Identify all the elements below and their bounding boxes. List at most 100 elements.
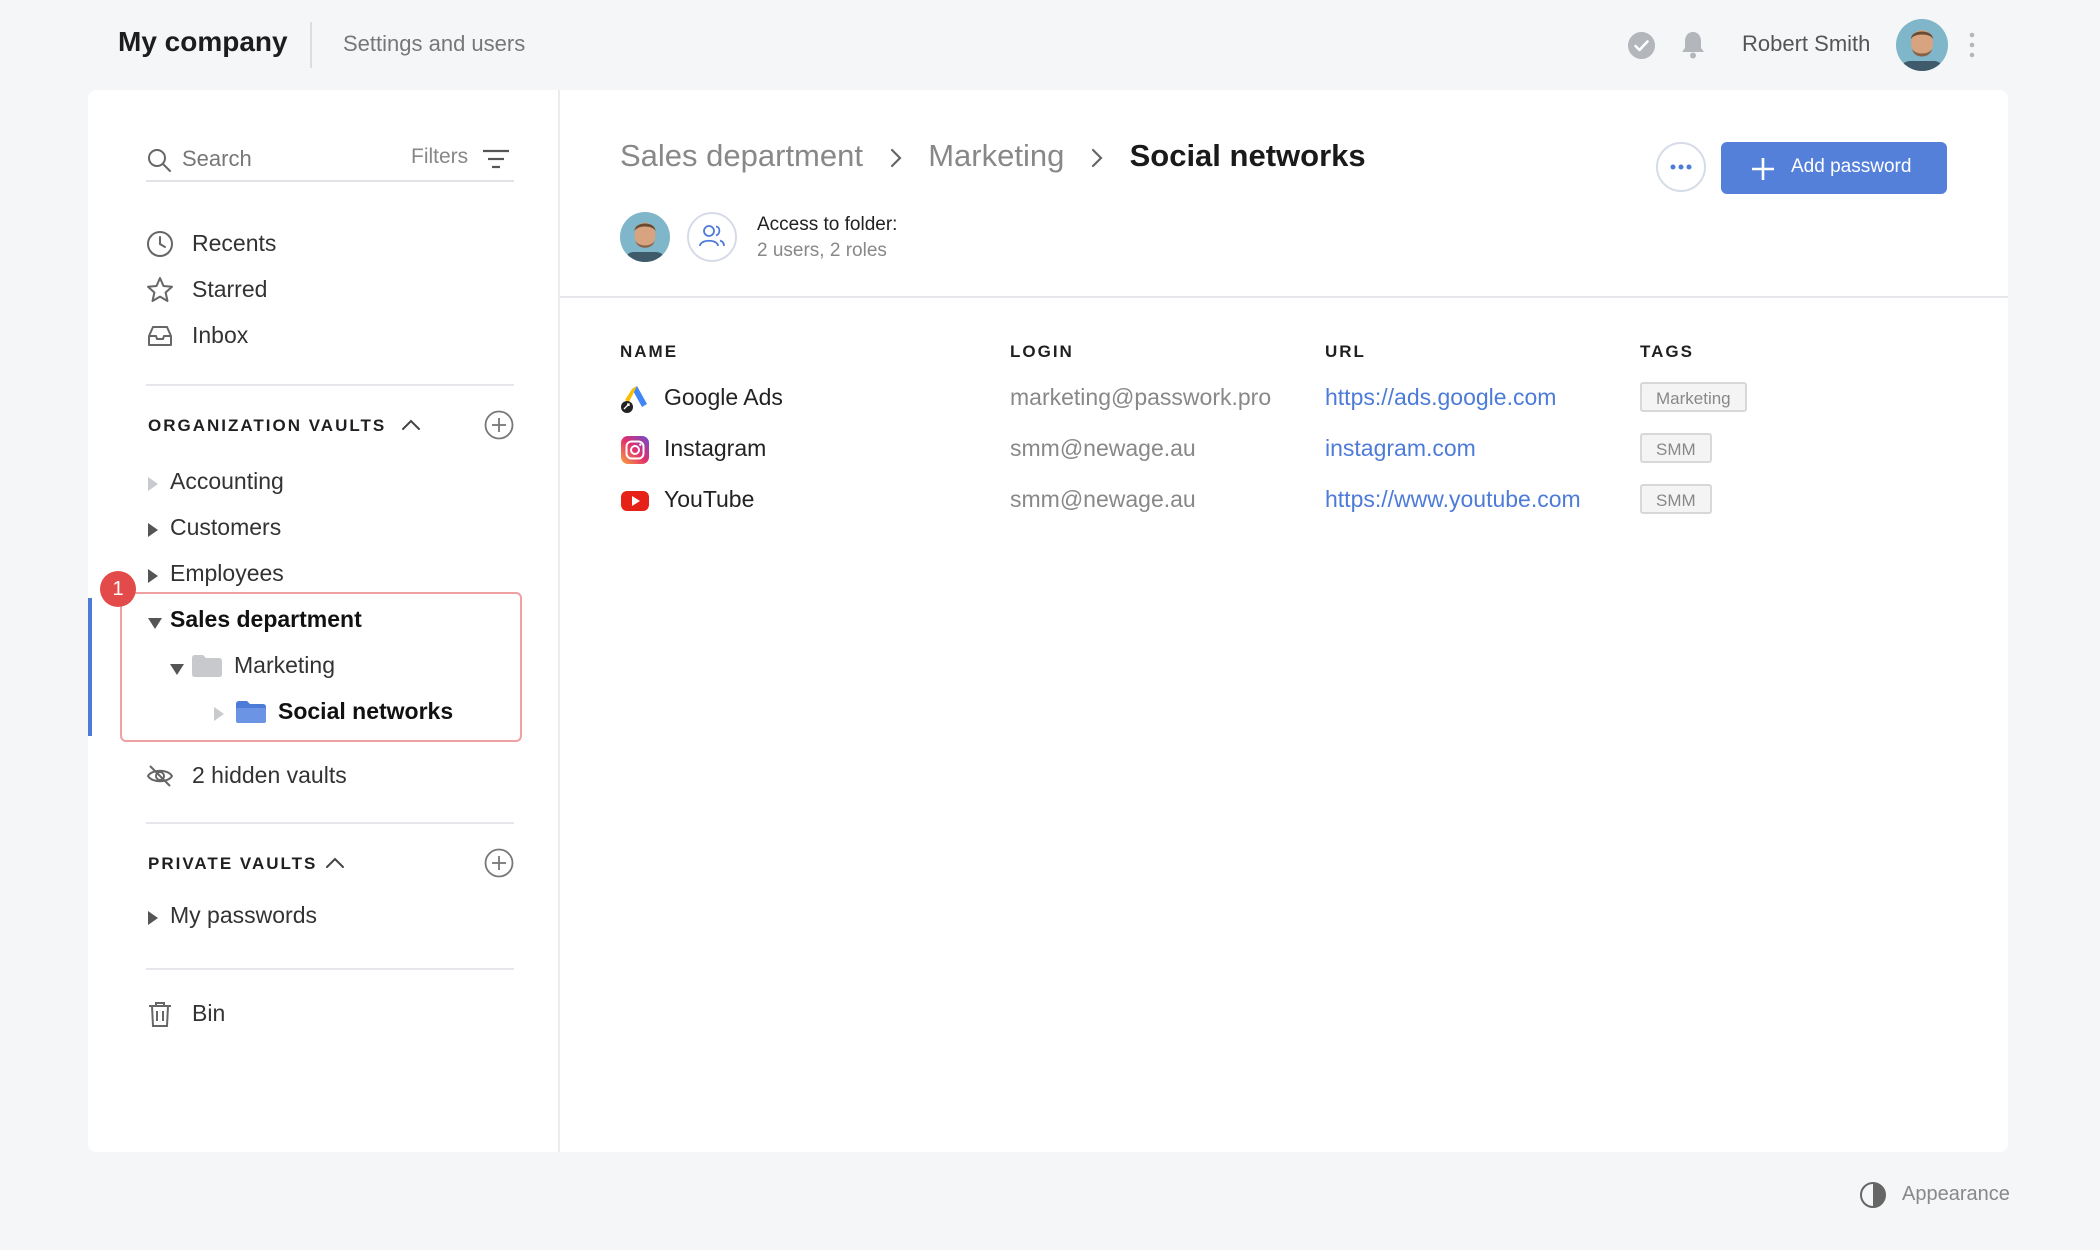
chevron-right-icon bbox=[890, 148, 902, 167]
sidebar-item-bin[interactable]: Bin bbox=[146, 996, 506, 1032]
add-vault-icon[interactable] bbox=[484, 848, 514, 878]
vault-label: Accounting bbox=[170, 468, 284, 494]
folder-label: Social networks bbox=[278, 698, 454, 724]
add-vault-icon[interactable] bbox=[484, 410, 514, 440]
vault-employees[interactable]: Employees bbox=[148, 558, 508, 594]
vault-label: Employees bbox=[170, 560, 284, 586]
expand-arrow-icon[interactable] bbox=[148, 569, 158, 583]
clock-icon bbox=[147, 231, 173, 257]
expand-arrow-icon[interactable] bbox=[148, 523, 158, 537]
folder-icon bbox=[192, 655, 222, 677]
appearance-button[interactable]: Appearance bbox=[1902, 1183, 2010, 1206]
vault-accounting[interactable]: Accounting bbox=[148, 466, 508, 502]
folder-marketing[interactable]: Marketing bbox=[170, 650, 510, 686]
breadcrumb-item[interactable]: Marketing bbox=[928, 138, 1064, 173]
settings-link[interactable]: Settings and users bbox=[343, 31, 525, 57]
divider bbox=[146, 384, 514, 386]
item-login[interactable]: smm@newage.au bbox=[1010, 486, 1196, 513]
table-row[interactable]: Instagram smm@newage.au instagram.com SM… bbox=[620, 431, 1920, 471]
sidebar-item-recents[interactable]: Recents bbox=[146, 226, 506, 262]
vault-my-passwords[interactable]: My passwords bbox=[148, 900, 508, 936]
search-bar[interactable]: Search Filters bbox=[146, 142, 514, 182]
sidebar: Search Filters Recents Starred Inbox ORG… bbox=[88, 90, 560, 1152]
item-login[interactable]: marketing@passwork.pro bbox=[1010, 384, 1271, 411]
item-url[interactable]: https://ads.google.com bbox=[1325, 384, 1556, 411]
vault-label: Sales department bbox=[170, 606, 362, 632]
active-indicator bbox=[88, 598, 92, 736]
plus-icon bbox=[1752, 158, 1774, 180]
item-login[interactable]: smm@newage.au bbox=[1010, 435, 1196, 462]
inbox-icon bbox=[148, 326, 172, 346]
table-row[interactable]: Google Ads marketing@passwork.pro https:… bbox=[620, 380, 1920, 420]
divider bbox=[560, 296, 2008, 298]
step-badge: 1 bbox=[100, 571, 136, 607]
expand-arrow-icon[interactable] bbox=[148, 911, 158, 925]
expand-arrow-icon[interactable] bbox=[214, 707, 224, 721]
company-name[interactable]: My company bbox=[118, 26, 288, 58]
collapse-arrow-icon[interactable] bbox=[170, 664, 184, 675]
bell-icon[interactable] bbox=[1679, 29, 1707, 59]
collapse-arrow-icon[interactable] bbox=[148, 618, 162, 629]
item-url[interactable]: instagram.com bbox=[1325, 435, 1476, 462]
expand-arrow-icon[interactable] bbox=[148, 477, 158, 491]
add-password-button[interactable]: Add password bbox=[1721, 142, 1947, 194]
access-summary[interactable]: 2 users, 2 roles bbox=[757, 240, 887, 262]
filter-icon[interactable] bbox=[482, 148, 510, 170]
youtube-icon bbox=[621, 491, 649, 511]
sidebar-item-inbox[interactable]: Inbox bbox=[146, 318, 506, 354]
item-name[interactable]: Instagram bbox=[664, 435, 766, 462]
access-roles-button[interactable] bbox=[687, 212, 737, 262]
sidebar-item-label: Recents bbox=[192, 230, 277, 256]
add-password-label: Add password bbox=[1791, 156, 1912, 177]
org-vaults-title: ORGANIZATION VAULTS bbox=[148, 416, 387, 435]
top-bar: My company Settings and users Robert Smi… bbox=[0, 0, 2100, 90]
sidebar-item-label: Inbox bbox=[192, 322, 249, 348]
header-divider bbox=[310, 22, 312, 68]
user-name[interactable]: Robert Smith bbox=[1742, 31, 1870, 57]
sidebar-item-label: Starred bbox=[192, 276, 268, 302]
tag-badge[interactable]: Marketing bbox=[1640, 382, 1747, 412]
avatar[interactable] bbox=[1896, 19, 1948, 71]
item-url[interactable]: https://www.youtube.com bbox=[1325, 486, 1581, 513]
chevron-right-icon bbox=[1091, 148, 1103, 167]
item-name[interactable]: Google Ads bbox=[664, 384, 783, 411]
divider bbox=[146, 968, 514, 970]
more-horizontal-icon bbox=[1670, 164, 1692, 170]
vault-label: Customers bbox=[170, 514, 282, 540]
page-title: Social networks bbox=[1129, 138, 1366, 173]
item-name[interactable]: YouTube bbox=[664, 486, 754, 513]
vault-label: My passwords bbox=[170, 902, 317, 928]
table-row[interactable]: YouTube smm@newage.au https://www.youtub… bbox=[620, 482, 1920, 522]
chevron-up-icon[interactable] bbox=[401, 417, 421, 431]
column-header-login: LOGIN bbox=[1010, 342, 1074, 361]
access-user-avatar[interactable] bbox=[620, 212, 670, 262]
chevron-up-icon[interactable] bbox=[325, 855, 345, 869]
more-options-button[interactable] bbox=[1656, 142, 1706, 192]
search-icon bbox=[148, 149, 171, 172]
hidden-vaults-label: 2 hidden vaults bbox=[192, 762, 347, 788]
tag-badge[interactable]: SMM bbox=[1640, 484, 1712, 514]
filters-label[interactable]: Filters bbox=[411, 145, 468, 169]
folder-icon bbox=[236, 701, 266, 723]
eye-off-icon bbox=[146, 765, 174, 787]
private-vaults-title: PRIVATE VAULTS bbox=[148, 854, 318, 873]
vault-customers[interactable]: Customers bbox=[148, 512, 508, 548]
instagram-icon bbox=[621, 436, 649, 464]
content-panel: Sales department Marketing Social networ… bbox=[560, 90, 2008, 1152]
google-ads-icon bbox=[621, 386, 647, 413]
column-header-tags: TAGS bbox=[1640, 342, 1694, 361]
check-status-icon[interactable] bbox=[1628, 32, 1655, 59]
contrast-icon[interactable] bbox=[1859, 1181, 1887, 1209]
tag-badge[interactable]: SMM bbox=[1640, 433, 1712, 463]
access-title[interactable]: Access to folder: bbox=[757, 214, 897, 236]
main-card: Search Filters Recents Starred Inbox ORG… bbox=[88, 90, 2008, 1152]
breadcrumb-item[interactable]: Sales department bbox=[620, 138, 863, 173]
search-input[interactable]: Search bbox=[182, 146, 252, 172]
hidden-vaults[interactable]: 2 hidden vaults bbox=[146, 758, 506, 794]
sidebar-item-starred[interactable]: Starred bbox=[146, 272, 506, 308]
star-icon bbox=[147, 277, 173, 302]
more-vertical-icon[interactable] bbox=[1966, 30, 1978, 60]
folder-social-networks[interactable]: Social networks bbox=[214, 696, 514, 732]
column-header-name: NAME bbox=[620, 342, 679, 361]
vault-sales-department[interactable]: Sales department bbox=[148, 604, 508, 640]
